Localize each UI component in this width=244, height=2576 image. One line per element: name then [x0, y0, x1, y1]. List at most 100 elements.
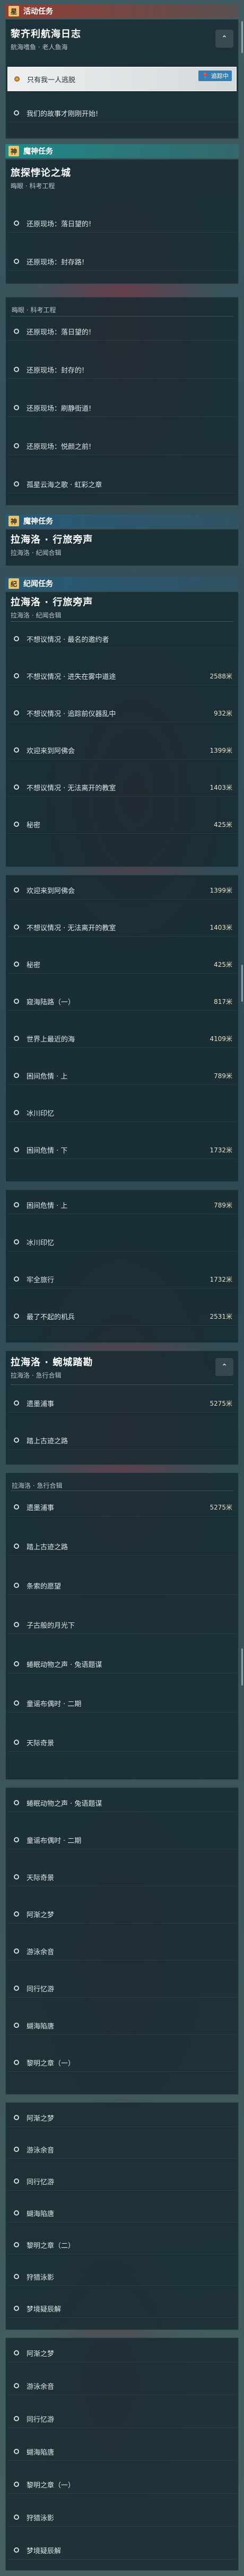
quest-step[interactable]: 不想议情况 · 追踪前仪器乱中 932米 — [7, 704, 237, 722]
quest-step[interactable]: 还原现场：封存的! — [7, 360, 237, 379]
quest-step[interactable]: 同行忆游 — [7, 2410, 237, 2428]
quest-step[interactable]: 阿渐之梦 — [7, 2344, 237, 2362]
section-header-story[interactable]: 纪 纪闻任务 — [5, 577, 239, 590]
quest-header-5[interactable]: 拉海洛 · 蜿城踏勘 拉海洛 · 急行合辑 ⌃ — [11, 1355, 233, 1380]
step-marker-icon — [14, 1911, 19, 1917]
quest-step[interactable]: 黎明之章（二） — [7, 2236, 237, 2254]
quest-step[interactable]: 阿渐之梦 — [7, 2109, 237, 2127]
quest-step[interactable]: 秘密 425米 — [7, 815, 237, 834]
divider — [11, 1384, 233, 1385]
archon-icon: 神 — [8, 516, 19, 526]
quest-step[interactable]: 游泳余音 — [7, 2140, 237, 2159]
quest-step[interactable]: 秘密 425米 — [7, 955, 237, 974]
quest-step[interactable]: 蜷眠动物之声 · 兔语题谋 — [7, 1655, 237, 1673]
section-header-archon[interactable]: 神 魔神任务 — [5, 144, 239, 158]
quest-step[interactable]: 困间危情 · 上 789米 — [7, 1066, 237, 1085]
step-distance: 789米 — [214, 1201, 232, 1209]
scrollbar-thumb[interactable] — [241, 21, 243, 53]
quest-step[interactable]: 黎明之章（一） — [7, 2053, 237, 2072]
step-marker-icon — [14, 1504, 19, 1510]
quest-step[interactable]: 还原现场：封存路! — [7, 252, 237, 271]
step-label: 还原现场：落日望的! — [27, 328, 92, 337]
quest-step[interactable]: 困间危情 · 下 1732米 — [7, 1141, 237, 1159]
quest-step[interactable]: 踏上古迹之路 — [7, 1537, 237, 1556]
scrollbar-thumb[interactable] — [241, 1648, 243, 1686]
quest-step[interactable]: 不想议情况 · 无法离开的教室 1403米 — [7, 778, 237, 797]
step-marker-icon — [14, 1740, 19, 1745]
quest-step[interactable]: 不想议情况 · 最名的邀约者 — [7, 630, 237, 648]
quest-step[interactable]: 蝴海陷唐 — [7, 2442, 237, 2461]
divider — [11, 1490, 233, 1491]
quest-step[interactable]: 还原现场：悦颜之前! — [7, 437, 237, 455]
section-header-archon-2[interactable]: 神 魔神任务 — [5, 514, 239, 528]
step-marker-icon — [14, 784, 19, 790]
step-marker-icon — [14, 2060, 19, 2065]
quest-step[interactable]: 最了不起的机兵 2531米 — [7, 1307, 237, 1326]
section-header-activity[interactable]: 星 活动任务 — [5, 4, 239, 18]
step-label: 游泳余音 — [27, 2146, 55, 2155]
quest-step[interactable]: 游泳余音 — [7, 1942, 237, 1961]
quest-step[interactable]: 欢迎来到阿佛会 1399米 — [7, 741, 237, 760]
quest-step[interactable]: 不想议情况 · 无法离开的教室 1403米 — [7, 918, 237, 937]
step-label: 游泳余音 — [27, 2383, 55, 2391]
quest-step[interactable]: 世界上最近的海 4109米 — [7, 1029, 237, 1048]
quest-step[interactable]: 牢全旅行 1732米 — [7, 1270, 237, 1289]
quest-header-3[interactable]: 拉海洛 · 行旅旁声 拉海洛 · 纪闻合辑 — [11, 532, 233, 557]
quest-step[interactable]: 阿渐之梦 — [7, 1905, 237, 1924]
quest-step[interactable]: 童谣布偶时 · 二期 — [7, 1831, 237, 1849]
step-distance: 1399米 — [210, 886, 232, 894]
quest-header-2[interactable]: 旅探悖论之城 晦眼 · 科考工程 — [11, 165, 233, 190]
step-label: 还原现场：落日望的! — [27, 220, 92, 228]
quest-step[interactable]: 游泳余音 — [7, 2377, 237, 2395]
quest-step[interactable]: 同行忆游 — [7, 2172, 237, 2191]
quest-step[interactable]: 子古般的月光下 — [7, 1616, 237, 1634]
step-distance: 5275米 — [210, 1503, 232, 1511]
step-label: 冰川印忆 — [27, 1109, 55, 1118]
quest-header-1[interactable]: 黎齐利航海日志 航海嗜鱼 · 老人鱼海 ⌃ — [11, 27, 233, 51]
collapse-chevron-icon[interactable]: ⌃ — [215, 30, 233, 48]
quest-step[interactable]: 窥海陆路（一） 817米 — [7, 992, 237, 1011]
step-label: 最了不起的机兵 — [27, 1313, 75, 1321]
quest-step[interactable]: 踏上古迹之路 — [7, 1431, 237, 1450]
quest-step[interactable]: 还原现场：刷静街道! — [7, 399, 237, 417]
step-label: 阿渐之梦 — [27, 2350, 55, 2358]
quest-header-4[interactable]: 拉海洛 · 行旅旁声 拉海洛 · 纪闻合辑 — [11, 595, 233, 620]
scrollbar-thumb[interactable] — [241, 965, 243, 1002]
quest-step[interactable]: 梦境疑辰解 — [7, 2541, 237, 2560]
quest-step[interactable]: 还原现场：落日望的! — [7, 214, 237, 233]
quest-step[interactable]: 困间危情 · 上 789米 — [7, 1196, 237, 1214]
quest-step[interactable]: 童谣布偶时 · 二期 — [7, 1694, 237, 1713]
quest-step[interactable]: 蝴海陷唐 — [7, 2204, 237, 2222]
collapse-chevron-icon[interactable]: ⌃ — [215, 1358, 233, 1376]
quest-step[interactable]: 冰川印忆 — [7, 1233, 237, 1251]
quest-step[interactable]: 冰川印忆 — [7, 1104, 237, 1122]
section-label: 魔神任务 — [23, 517, 53, 526]
step-distance: 5275米 — [210, 1399, 232, 1407]
step-label: 蝴海陷唐 — [27, 2022, 55, 2031]
step-marker-icon — [14, 1700, 19, 1706]
quest-step[interactable]: 天际奇景 — [7, 1868, 237, 1886]
quest-step[interactable]: 梦境疑辰解 — [7, 2299, 237, 2318]
quest-step[interactable]: 遗墨浦事 5275米 — [7, 1498, 237, 1516]
quest-step[interactable]: 遗墨浦事 5275米 — [7, 1394, 237, 1413]
quest-step[interactable]: 同行忆游 — [7, 1979, 237, 1998]
step-label: 冰川印忆 — [27, 1239, 55, 1247]
quest-step[interactable]: 还原现场：落日望的! — [7, 322, 237, 341]
quest-step[interactable]: 天际奇景 — [7, 1733, 237, 1752]
quest-step-active[interactable]: 只有我一人逃脱 📍 追踪中 — [7, 67, 237, 91]
quest-step[interactable]: 狩猎泳影 — [7, 2268, 237, 2286]
quest-step[interactable]: 黎明之章（一） — [7, 2475, 237, 2494]
quest-step[interactable]: 蜷眠动物之声 · 兔语题谋 — [7, 1794, 237, 1812]
quest-step[interactable]: 蝴海陷唐 — [7, 2016, 237, 2035]
step-marker-icon — [14, 999, 19, 1004]
quest-step[interactable]: 孤星云海之歌 · 虹彩之章 — [7, 475, 237, 493]
step-distance: 4109米 — [210, 1035, 232, 1043]
quest-step[interactable]: 狩猎泳影 — [7, 2508, 237, 2527]
step-marker-icon — [14, 1147, 19, 1152]
quest-step[interactable]: 不想议情况 · 进失在雾中道途 2588米 — [7, 667, 237, 685]
quest-step[interactable]: 我们的故事才刚刚开始! — [7, 104, 237, 122]
step-marker-icon — [14, 1073, 19, 1078]
step-marker-icon — [14, 1986, 19, 1991]
quest-step[interactable]: 条索的愿望 — [7, 1576, 237, 1595]
quest-step[interactable]: 欢迎来到阿佛会 1399米 — [7, 881, 237, 899]
